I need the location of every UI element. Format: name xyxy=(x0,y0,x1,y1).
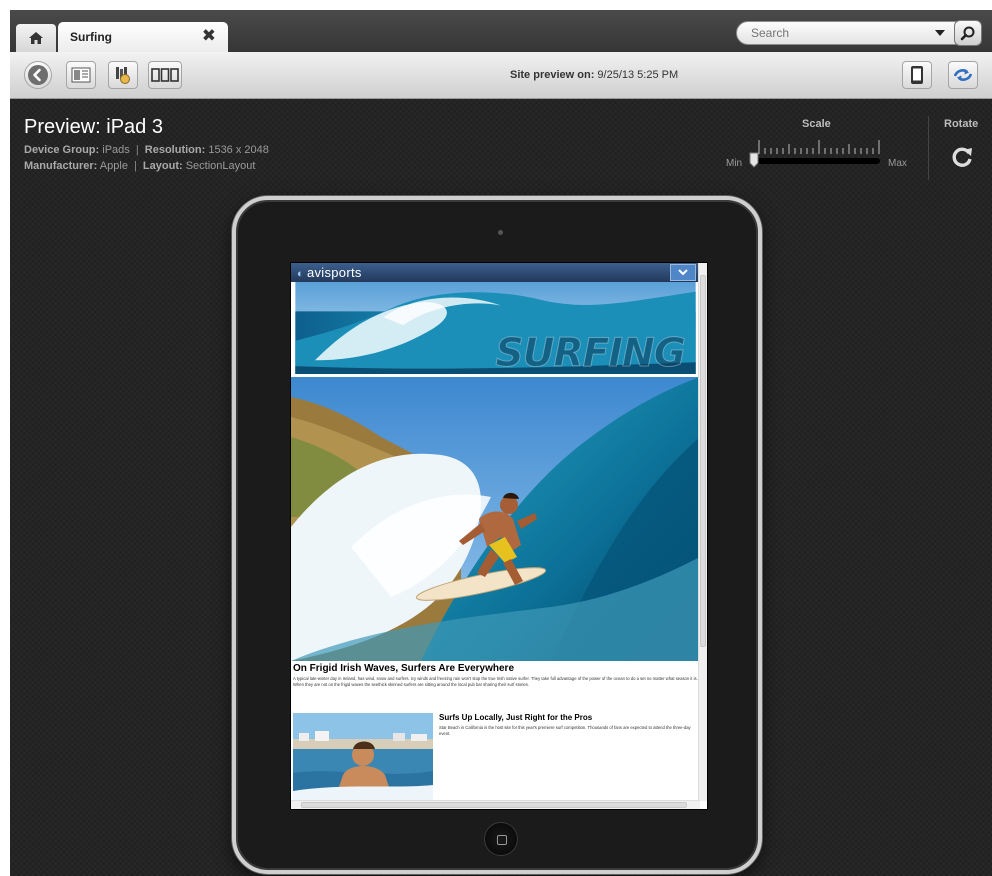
ribbon-button[interactable] xyxy=(108,61,138,89)
manufacturer-value: Apple xyxy=(99,160,128,172)
article-1[interactable]: On Frigid Irish Waves, Surfers Are Every… xyxy=(293,662,698,687)
back-icon xyxy=(28,65,48,85)
article-1-title[interactable]: On Frigid Irish Waves, Surfers Are Every… xyxy=(293,662,698,675)
device-meta-row-2: Manufacturer: Apple | Layout: SectionLay… xyxy=(24,160,255,172)
scrollbar-thumb[interactable] xyxy=(301,802,687,808)
scale-slider-handle[interactable] xyxy=(749,152,759,168)
search-icon xyxy=(960,26,975,41)
site-preview-timestamp: Site preview on: 9/25/13 5:25 PM xyxy=(510,69,678,81)
site-menu-button[interactable] xyxy=(670,264,696,281)
search-field xyxy=(736,21,956,45)
sync-icon xyxy=(953,69,973,81)
ipad-frame: ◐ avisports SURFING On Frigid Irish Wave… xyxy=(232,196,762,874)
manufacturer-label: Manufacturer: xyxy=(24,160,98,172)
device-screen[interactable]: ◐ avisports SURFING On Frigid Irish Wave… xyxy=(290,262,708,810)
tab-label: Surfing xyxy=(70,30,112,44)
app-window: Surfing ✖ Search Site preview on: 9/25/1… xyxy=(10,10,992,876)
rotate-icon[interactable] xyxy=(950,144,976,170)
surfing-banner-image: SURFING xyxy=(291,282,700,376)
preview-time: 9/25/13 5:25 PM xyxy=(597,69,679,81)
device-group-value: iPads xyxy=(102,144,130,156)
article-1-body: A typical late-winter day in Ireland, ha… xyxy=(293,676,698,687)
layout-label: Layout: xyxy=(142,160,183,172)
site-header: ◐ avisports xyxy=(291,263,700,282)
scale-label: Scale xyxy=(802,118,831,130)
resolution-value: 1536 x 2048 xyxy=(208,144,269,156)
separator: | xyxy=(135,144,139,156)
chevron-down-icon[interactable] xyxy=(935,30,945,36)
tab-bar: Surfing ✖ xyxy=(10,10,992,52)
device-meta-row-1: Device Group: iPads | Resolution: 1536 x… xyxy=(24,144,269,156)
close-icon[interactable]: ✖ xyxy=(202,27,216,45)
scale-slider[interactable] xyxy=(754,158,880,164)
layout-view-button[interactable] xyxy=(66,61,96,89)
layout-value: SectionLayout xyxy=(185,160,256,172)
page-title: Preview: iPad 3 xyxy=(24,116,163,138)
preview-label: Site preview on: xyxy=(510,69,595,81)
article-2-title[interactable]: Surfs Up Locally, Just Right for the Pro… xyxy=(439,713,691,723)
hero-surfer-image[interactable] xyxy=(291,377,700,661)
home-icon xyxy=(29,32,43,44)
camera-dot xyxy=(498,230,503,235)
search-input[interactable] xyxy=(751,25,931,41)
scale-max-label: Max xyxy=(888,158,907,169)
scrollbar-thumb[interactable] xyxy=(700,275,706,647)
multi-device-icon xyxy=(151,68,179,82)
device-button[interactable] xyxy=(902,61,932,89)
article-2-body: Star Beach in California is the host sit… xyxy=(439,725,691,736)
resolution-label: Resolution: xyxy=(144,144,206,156)
home-button[interactable] xyxy=(16,24,56,52)
ribbon-icon xyxy=(116,67,130,84)
logo-swirl-icon: ◐ xyxy=(297,268,304,280)
device-icon xyxy=(911,66,923,84)
search-button[interactable] xyxy=(954,20,982,46)
toolbar: Site preview on: 9/25/13 5:25 PM xyxy=(10,52,992,99)
site-logo-text: avisports xyxy=(306,265,362,280)
separator: | xyxy=(134,160,137,172)
scale-ticks xyxy=(758,140,880,154)
article-2[interactable]: Surfs Up Locally, Just Right for the Pro… xyxy=(439,713,691,736)
article-2-image[interactable] xyxy=(293,713,433,801)
scale-min-label: Min xyxy=(726,158,743,169)
divider xyxy=(928,116,929,180)
chevron-down-icon xyxy=(678,269,688,276)
horizontal-scrollbar[interactable] xyxy=(291,800,700,809)
rotate-label: Rotate xyxy=(944,118,979,130)
multi-device-button[interactable] xyxy=(148,61,182,89)
search-box xyxy=(736,20,982,46)
back-button[interactable] xyxy=(24,61,52,89)
site-logo[interactable]: ◐ avisports xyxy=(297,265,362,280)
layout-icon xyxy=(71,67,91,83)
device-group-label: Device Group: xyxy=(24,144,100,156)
vertical-scrollbar[interactable] xyxy=(698,263,707,801)
home-button-hardware[interactable] xyxy=(484,822,518,856)
tab-surfing[interactable]: Surfing ✖ xyxy=(58,22,228,52)
sync-button[interactable] xyxy=(948,61,978,89)
banner-text: SURFING xyxy=(496,331,685,376)
